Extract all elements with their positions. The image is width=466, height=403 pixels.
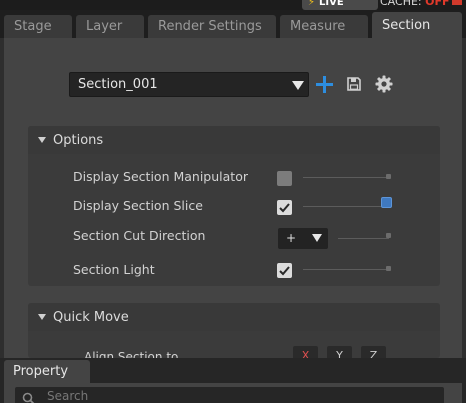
- tab-section[interactable]: Section: [372, 12, 462, 39]
- display-manipulator-slider-handle[interactable]: [386, 174, 391, 179]
- quick-move-header[interactable]: Quick Move: [28, 303, 440, 331]
- options-title: Options: [53, 133, 104, 148]
- cut-direction-slider-handle[interactable]: [386, 233, 391, 238]
- lightning-icon: ⚡: [308, 0, 316, 8]
- chevron-down-icon: [292, 81, 304, 90]
- align-section-label: Align Section to: [84, 350, 179, 358]
- cut-direction-label: Section Cut Direction: [73, 228, 206, 243]
- cache-indicator-icon: [451, 0, 462, 5]
- section-light-slider-handle[interactable]: [386, 266, 391, 271]
- check-icon: [279, 203, 290, 213]
- tab-property[interactable]: Property: [4, 360, 90, 384]
- tab-stage[interactable]: Stage: [4, 15, 72, 39]
- display-slice-slider-handle[interactable]: [381, 197, 392, 208]
- save-icon[interactable]: [346, 76, 362, 92]
- display-slice-slider[interactable]: [303, 206, 389, 207]
- section-light-checkbox[interactable]: [277, 263, 292, 278]
- live-label: LIVE: [319, 0, 344, 8]
- search-placeholder: Search: [47, 389, 89, 403]
- search-icon: [22, 392, 35, 403]
- plus-icon[interactable]: [316, 76, 333, 93]
- collapse-triangle-icon: [38, 314, 46, 320]
- chevron-down-icon: [312, 234, 322, 242]
- section-dropdown[interactable]: Section_001: [69, 72, 309, 97]
- cut-direction-dropdown[interactable]: +: [278, 228, 328, 249]
- display-slice-checkbox[interactable]: [277, 200, 292, 215]
- section-dropdown-value: Section_001: [78, 77, 158, 92]
- panel-scrollbar[interactable]: [462, 38, 466, 358]
- section-light-slider[interactable]: [303, 269, 389, 270]
- cache-status[interactable]: CACHE: OFF: [380, 0, 462, 7]
- display-slice-label: Display Section Slice: [73, 198, 203, 213]
- live-badge[interactable]: ⚡ LIVE: [302, 0, 378, 10]
- display-manipulator-label: Display Section Manipulator: [73, 169, 248, 184]
- collapse-triangle-icon: [38, 137, 46, 143]
- cache-label: CACHE:: [380, 0, 426, 8]
- tab-render-settings[interactable]: Render Settings: [148, 15, 276, 39]
- display-manipulator-slider[interactable]: [303, 177, 389, 178]
- options-header[interactable]: Options: [28, 126, 440, 154]
- gear-icon[interactable]: [375, 75, 393, 93]
- cache-state: OFF: [425, 0, 450, 8]
- quick-move-title: Quick Move: [53, 310, 129, 325]
- cut-direction-value: +: [286, 231, 297, 245]
- display-manipulator-checkbox[interactable]: [277, 171, 292, 186]
- align-section-row: Align Section to: [84, 346, 204, 358]
- tab-layer[interactable]: Layer: [76, 15, 144, 39]
- section-light-label: Section Light: [73, 262, 155, 277]
- tab-measure[interactable]: Measure: [280, 15, 368, 39]
- check-icon: [279, 266, 290, 276]
- cut-direction-slider[interactable]: [338, 238, 389, 239]
- tab-bar: Stage Layer Render Settings Measure Sect…: [0, 10, 466, 39]
